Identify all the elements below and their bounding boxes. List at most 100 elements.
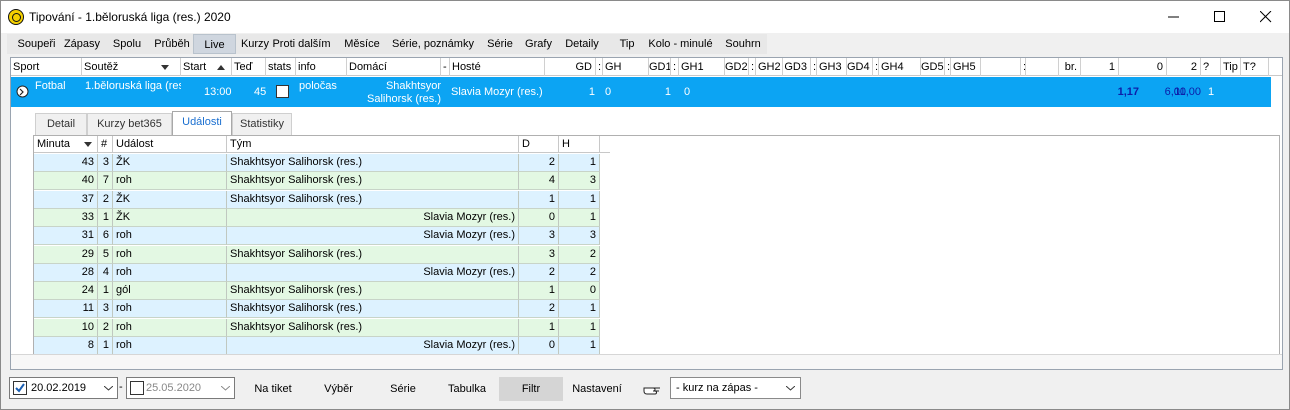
table-row[interactable]: 11 3 roh Shakhtsyor Salihorsk (res.) 2 1: [34, 300, 600, 319]
menu-item-5[interactable]: Kurzy: [240, 34, 270, 54]
grid-col-27[interactable]: [981, 58, 1021, 76]
title-bar[interactable]: Tipování - 1.běloruská liga (res.) 2020: [1, 1, 1289, 33]
selected-match-row[interactable]: Fotbal 1.běloruská liga (res 13:00 45 po…: [11, 77, 1271, 107]
grid-col-16[interactable]: :: [749, 58, 756, 76]
col-event[interactable]: Událost: [113, 136, 227, 153]
grid-col-33[interactable]: 2: [1167, 58, 1201, 76]
table-row[interactable]: 31 6 roh Slavia Mozyr (res.) 3 3: [34, 227, 600, 246]
table-row[interactable]: 29 5 roh Shakhtsyor Salihorsk (res.) 3 2: [34, 245, 600, 264]
grid-col-20[interactable]: GH3: [817, 58, 847, 76]
grid-col-11[interactable]: GH: [603, 58, 649, 76]
close-button[interactable]: [1243, 1, 1289, 33]
grid-col-10[interactable]: :: [596, 58, 603, 76]
cell-minute: 29: [34, 245, 98, 264]
cell-h: 1: [559, 208, 600, 227]
date-to-checkbox[interactable]: [130, 381, 144, 395]
table-row[interactable]: 40 7 roh Shakhtsyor Salihorsk (res.) 4 3: [34, 172, 600, 191]
col-num[interactable]: #: [98, 136, 113, 153]
menu-item-1[interactable]: Zápasy: [62, 34, 102, 54]
menu-item-10[interactable]: Grafy: [522, 34, 555, 54]
grid-col-13[interactable]: :: [671, 58, 679, 76]
series-button[interactable]: Série: [379, 377, 427, 401]
grid-col-30[interactable]: br.: [1059, 58, 1081, 76]
grid-col-29[interactable]: [1026, 58, 1059, 76]
cell-event: roh: [113, 245, 227, 264]
tab-0[interactable]: Detail: [35, 113, 87, 135]
grid-col-0[interactable]: Sport: [11, 58, 82, 76]
grid-col-6[interactable]: Domácí: [347, 58, 441, 76]
grid-col-8[interactable]: Hosté: [450, 58, 545, 76]
col-d[interactable]: D: [519, 136, 559, 153]
menu-item-3[interactable]: Průběh: [151, 34, 193, 54]
grid-col-12[interactable]: GD1: [649, 58, 671, 76]
col-h[interactable]: H: [559, 136, 600, 153]
table-row[interactable]: 24 1 gól Shakhtsyor Salihorsk (res.) 1 0: [34, 282, 600, 301]
table-row[interactable]: 37 2 ŽK Shakhtsyor Salihorsk (res.) 1 1: [34, 190, 600, 209]
grid-col-5[interactable]: info: [296, 58, 347, 76]
grid-col-15[interactable]: GD2: [725, 58, 749, 76]
cell-team: Slavia Mozyr (res.): [227, 227, 519, 246]
grid-col-7[interactable]: -: [441, 58, 450, 76]
grid-col-35[interactable]: Tip: [1221, 58, 1241, 76]
tab-2[interactable]: Události: [172, 111, 232, 136]
odds-home-cell: 1,17: [1117, 86, 1139, 98]
grid-col-31[interactable]: 1: [1081, 58, 1119, 76]
grid-col-23[interactable]: GH4: [879, 58, 921, 76]
menu-item-9[interactable]: Série: [485, 34, 515, 54]
grid-col-4[interactable]: stats: [266, 58, 296, 76]
menu-item-13[interactable]: Kolo - minulé: [647, 34, 714, 54]
menu-item-8[interactable]: Série, poznámky: [390, 34, 476, 54]
menu-item-4[interactable]: Live: [193, 34, 236, 54]
menu-item-14[interactable]: Souhrn: [719, 34, 767, 54]
cell-event: ŽK: [113, 154, 227, 172]
cell-d: 3: [519, 245, 559, 264]
grid-col-26[interactable]: GH5: [951, 58, 981, 76]
date-separator: -: [119, 381, 123, 393]
odds-dropdown[interactable]: - kurz na zápas -: [670, 377, 801, 399]
cell-h: 1: [559, 300, 600, 319]
grid-col-17[interactable]: GH2: [756, 58, 783, 76]
tab-3[interactable]: Statistiky: [232, 113, 292, 135]
date-from-picker[interactable]: 20.02.2019: [9, 377, 118, 399]
grid-col-18[interactable]: GD3: [783, 58, 811, 76]
menu-item-7[interactable]: Měsíce: [342, 34, 382, 54]
date-to-picker[interactable]: 25.05.2020: [126, 377, 235, 399]
menu-item-2[interactable]: Spolu: [111, 34, 143, 54]
menu-item-11[interactable]: Detaily: [562, 34, 602, 54]
col-minute[interactable]: Minuta: [34, 136, 98, 153]
table-row[interactable]: 8 1 roh Slavia Mozyr (res.) 0 1: [34, 337, 600, 355]
cell-minute: 37: [34, 190, 98, 209]
cell-h: 2: [559, 263, 600, 282]
date-from-checkbox[interactable]: [13, 381, 27, 395]
grid-col-21[interactable]: GD4: [847, 58, 873, 76]
cell-h: 1: [559, 190, 600, 209]
grid-col-32[interactable]: 0: [1119, 58, 1167, 76]
filter-button[interactable]: Filtr: [499, 377, 563, 401]
tab-1[interactable]: Kurzy bet365: [87, 113, 172, 135]
table-row[interactable]: 33 1 ŽK Slavia Mozyr (res.) 0 1: [34, 208, 600, 227]
expand-circle-icon[interactable]: [16, 85, 29, 98]
grid-col-24[interactable]: GD5: [921, 58, 945, 76]
settings-button[interactable]: Nastavení: [567, 377, 627, 401]
select-button[interactable]: Výběr: [311, 377, 366, 401]
grid-col-14[interactable]: GH1: [679, 58, 725, 76]
grid-col-36[interactable]: T?: [1241, 58, 1269, 76]
col-team[interactable]: Tým: [227, 136, 519, 153]
menu-item-12[interactable]: Tip: [616, 34, 638, 54]
grid-col-34[interactable]: ?: [1201, 58, 1221, 76]
cell-event: roh: [113, 172, 227, 191]
table-button[interactable]: Tabulka: [438, 377, 496, 401]
maximize-button[interactable]: [1197, 1, 1243, 33]
menu-item-6[interactable]: Proti dalším: [267, 34, 336, 54]
grid-col-3[interactable]: Teď: [232, 58, 266, 76]
table-row[interactable]: 28 4 roh Slavia Mozyr (res.) 2 2: [34, 263, 600, 282]
competition-cell: 1.běloruská liga (res: [85, 80, 181, 92]
table-row[interactable]: 10 2 roh Shakhtsyor Salihorsk (res.) 1 1: [34, 318, 600, 337]
menu-item-0[interactable]: Soupeři: [14, 34, 59, 54]
grid-col-9[interactable]: GD: [545, 58, 596, 76]
stats-checkbox[interactable]: [276, 85, 289, 98]
table-row[interactable]: 43 3 ŽK Shakhtsyor Salihorsk (res.) 2 1: [34, 154, 600, 172]
events-table: Minuta # Událost Tým D H 43 3 ŽK Shakhtsyor…: [33, 135, 1280, 357]
minimize-button[interactable]: [1151, 1, 1197, 33]
to-ticket-button[interactable]: Na tiket: [244, 377, 302, 401]
